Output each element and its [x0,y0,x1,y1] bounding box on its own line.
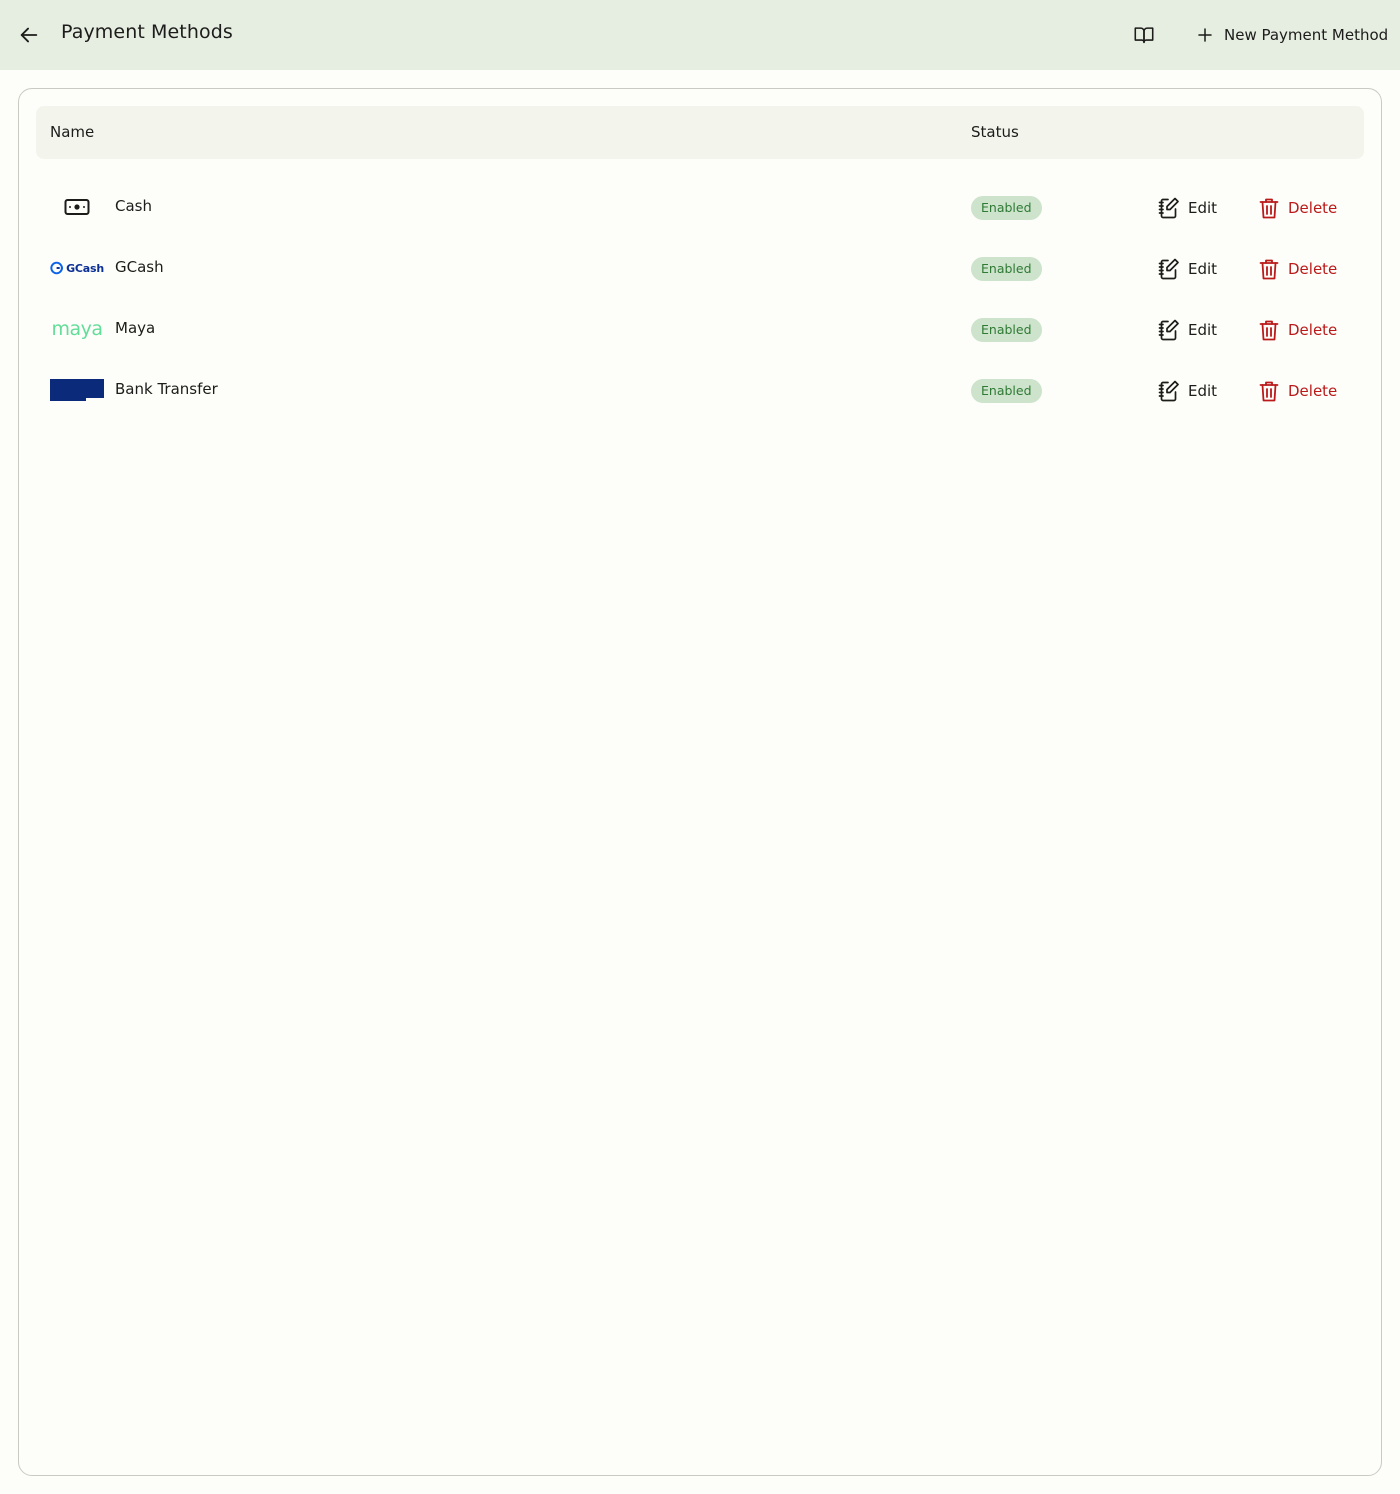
trash-icon [1259,381,1279,402]
edit-label: Edit [1188,199,1218,217]
gcash-logo: GCash [50,254,104,282]
table-header: Name Status [36,106,1364,159]
delete-label: Delete [1288,321,1338,339]
table-row: GCash GCash Enabled Edit Delete [36,238,1364,299]
table-row: Bank Transfer Enabled Edit Delete [36,360,1364,421]
cash-icon [50,193,104,221]
trash-icon [1259,198,1279,219]
book-open-icon [1134,27,1154,44]
method-name: Cash [115,197,152,215]
delete-label: Delete [1288,260,1338,278]
method-name: Bank Transfer [115,380,218,398]
edit-button[interactable]: Edit [1152,252,1223,286]
edit-button[interactable]: Edit [1152,374,1223,408]
maya-logo: maya [50,315,104,343]
status-badge: Enabled [971,196,1042,220]
delete-label: Delete [1288,382,1338,400]
column-header-status: Status [971,123,1019,141]
status-badge: Enabled [971,318,1042,342]
plus-icon [1198,28,1212,42]
back-button[interactable] [14,20,44,50]
maya-logo-text: maya [51,317,103,340]
delete-button[interactable]: Delete [1252,252,1343,286]
trash-icon [1259,259,1279,280]
table-row: Cash Enabled Edit Delete [36,177,1364,238]
status-badge: Enabled [971,257,1042,281]
docs-button[interactable] [1129,20,1159,50]
edit-icon [1158,197,1179,219]
gcash-logo-text: GCash [66,261,104,275]
method-name: GCash [115,258,164,276]
method-name: Maya [115,319,156,337]
page-title: Payment Methods [61,21,233,43]
new-payment-method-button[interactable]: New Payment Method [1188,17,1396,53]
edit-icon [1158,319,1179,341]
status-badge: Enabled [971,379,1042,403]
edit-label: Edit [1188,321,1218,339]
edit-button[interactable]: Edit [1152,313,1223,347]
delete-label: Delete [1288,199,1338,217]
column-header-name: Name [50,123,95,141]
trash-icon [1259,320,1279,341]
delete-button[interactable]: Delete [1252,374,1343,408]
edit-icon [1158,380,1179,402]
payment-methods-table: Name Status Cash Enabled Edit Delete GCa… [18,88,1382,1476]
edit-icon [1158,258,1179,280]
arrow-left-icon [20,27,38,43]
edit-label: Edit [1188,382,1218,400]
delete-button[interactable]: Delete [1252,313,1343,347]
table-row: maya Maya Enabled Edit Delete [36,299,1364,360]
top-app-bar: Payment Methods New Payment Method [0,0,1400,70]
bank-logo [50,376,104,404]
delete-button[interactable]: Delete [1252,191,1343,225]
new-payment-method-label: New Payment Method [1224,26,1389,44]
edit-button[interactable]: Edit [1152,191,1223,225]
edit-label: Edit [1188,260,1218,278]
